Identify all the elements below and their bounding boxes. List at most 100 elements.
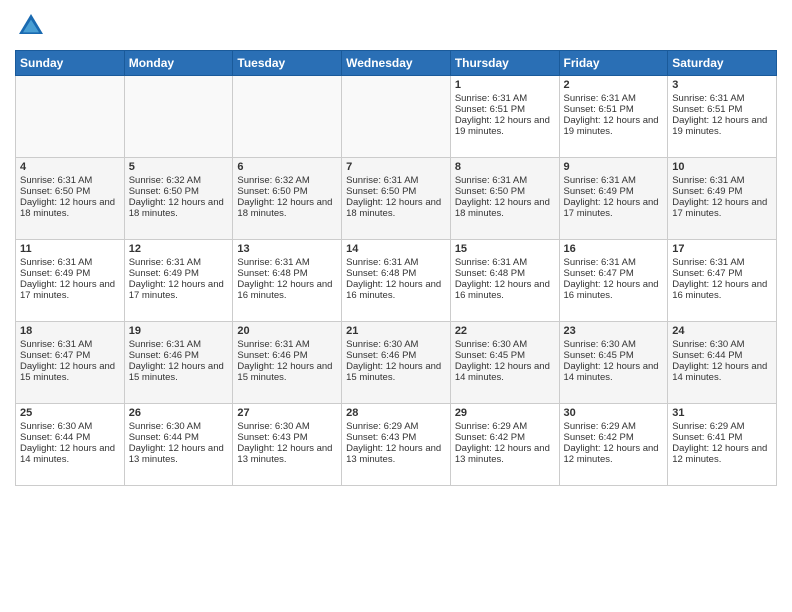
sunrise-text: Sunrise: 6:30 AM <box>20 421 120 432</box>
sunrise-text: Sunrise: 6:30 AM <box>237 421 337 432</box>
daylight-text: Daylight: 12 hours and 15 minutes. <box>237 361 337 383</box>
sunset-text: Sunset: 6:44 PM <box>20 432 120 443</box>
calendar-cell: 7Sunrise: 6:31 AMSunset: 6:50 PMDaylight… <box>342 158 451 240</box>
daylight-text: Daylight: 12 hours and 18 minutes. <box>455 197 555 219</box>
sunrise-text: Sunrise: 6:29 AM <box>672 421 772 432</box>
daylight-text: Daylight: 12 hours and 13 minutes. <box>346 443 446 465</box>
sunset-text: Sunset: 6:48 PM <box>455 268 555 279</box>
sunset-text: Sunset: 6:46 PM <box>346 350 446 361</box>
calendar-cell <box>124 76 233 158</box>
sunrise-text: Sunrise: 6:31 AM <box>20 339 120 350</box>
daylight-text: Daylight: 12 hours and 14 minutes. <box>455 361 555 383</box>
day-number: 15 <box>455 243 555 255</box>
daylight-text: Daylight: 12 hours and 19 minutes. <box>564 115 664 137</box>
calendar-cell: 21Sunrise: 6:30 AMSunset: 6:46 PMDayligh… <box>342 322 451 404</box>
calendar-cell: 11Sunrise: 6:31 AMSunset: 6:49 PMDayligh… <box>16 240 125 322</box>
calendar-page: SundayMondayTuesdayWednesdayThursdayFrid… <box>0 0 792 612</box>
sunset-text: Sunset: 6:50 PM <box>20 186 120 197</box>
sunset-text: Sunset: 6:44 PM <box>129 432 229 443</box>
sunset-text: Sunset: 6:50 PM <box>455 186 555 197</box>
daylight-text: Daylight: 12 hours and 14 minutes. <box>564 361 664 383</box>
calendar-cell: 18Sunrise: 6:31 AMSunset: 6:47 PMDayligh… <box>16 322 125 404</box>
sunrise-text: Sunrise: 6:30 AM <box>346 339 446 350</box>
calendar-cell: 5 Sunrise: 6:32 AMSunset: 6:50 PMDaylight… <box>124 158 233 240</box>
daylight-text: Daylight: 12 hours and 12 minutes. <box>564 443 664 465</box>
day-number: 1 <box>455 79 555 91</box>
sunset-text: Sunset: 6:42 PM <box>564 432 664 443</box>
day-number: 23 <box>564 325 664 337</box>
daylight-text: Daylight: 12 hours and 17 minutes. <box>20 279 120 301</box>
day-number: 7 <box>346 161 446 173</box>
daylight-text: Daylight: 12 hours and 18 minutes. <box>129 197 229 219</box>
sunset-text: Sunset: 6:43 PM <box>346 432 446 443</box>
calendar-cell: 14Sunrise: 6:31 AMSunset: 6:48 PMDayligh… <box>342 240 451 322</box>
sunset-text: Sunset: 6:47 PM <box>672 268 772 279</box>
calendar-cell: 28Sunrise: 6:29 AMSunset: 6:43 PMDayligh… <box>342 404 451 486</box>
sunrise-text: Sunrise: 6:31 AM <box>672 175 772 186</box>
calendar-cell: 4Sunrise: 6:31 AMSunset: 6:50 PMDaylight… <box>16 158 125 240</box>
calendar-cell <box>342 76 451 158</box>
day-number: 25 <box>20 407 120 419</box>
daylight-text: Daylight: 12 hours and 16 minutes. <box>455 279 555 301</box>
week-row-4: 18Sunrise: 6:31 AMSunset: 6:47 PMDayligh… <box>16 322 777 404</box>
sunset-text: Sunset: 6:45 PM <box>564 350 664 361</box>
daylight-text: Daylight: 12 hours and 17 minutes. <box>129 279 229 301</box>
day-number: 27 <box>237 407 337 419</box>
day-number: 30 <box>564 407 664 419</box>
daylight-text: Daylight: 12 hours and 13 minutes. <box>455 443 555 465</box>
daylight-text: Daylight: 12 hours and 15 minutes. <box>129 361 229 383</box>
calendar-cell: 12Sunrise: 6:31 AMSunset: 6:49 PMDayligh… <box>124 240 233 322</box>
calendar-cell: 2Sunrise: 6:31 AMSunset: 6:51 PMDaylight… <box>559 76 668 158</box>
calendar-cell: 3 Sunrise: 6:31 AMSunset: 6:51 PMDaylight… <box>668 76 777 158</box>
day-number: 11 <box>20 243 120 255</box>
calendar-cell: 23 Sunrise: 6:30 AMSunset: 6:45 PMDayligh… <box>559 322 668 404</box>
calendar-cell: 9Sunrise: 6:31 AMSunset: 6:49 PMDaylight… <box>559 158 668 240</box>
daylight-text: Daylight: 12 hours and 19 minutes. <box>455 115 555 137</box>
sunrise-text: Sunrise: 6:31 AM <box>672 93 772 104</box>
sunrise-text: Sunrise: 6:31 AM <box>129 339 229 350</box>
sunrise-text: Sunrise: 6:31 AM <box>237 257 337 268</box>
sunset-text: Sunset: 6:50 PM <box>129 186 229 197</box>
day-number: 22 <box>455 325 555 337</box>
daylight-text: Daylight: 12 hours and 18 minutes. <box>346 197 446 219</box>
daylight-text: Daylight: 12 hours and 16 minutes. <box>564 279 664 301</box>
sunset-text: Sunset: 6:49 PM <box>564 186 664 197</box>
week-row-2: 4Sunrise: 6:31 AMSunset: 6:50 PMDaylight… <box>16 158 777 240</box>
sunset-text: Sunset: 6:41 PM <box>672 432 772 443</box>
sunrise-text: Sunrise: 6:31 AM <box>672 257 772 268</box>
sunset-text: Sunset: 6:44 PM <box>672 350 772 361</box>
sunset-text: Sunset: 6:42 PM <box>455 432 555 443</box>
day-number: 5 <box>129 161 229 173</box>
sunset-text: Sunset: 6:47 PM <box>564 268 664 279</box>
day-number: 17 <box>672 243 772 255</box>
sunrise-text: Sunrise: 6:30 AM <box>672 339 772 350</box>
calendar-cell: 8Sunrise: 6:31 AMSunset: 6:50 PMDaylight… <box>450 158 559 240</box>
daylight-text: Daylight: 12 hours and 16 minutes. <box>346 279 446 301</box>
sunset-text: Sunset: 6:51 PM <box>672 104 772 115</box>
sunrise-text: Sunrise: 6:31 AM <box>346 257 446 268</box>
daylight-text: Daylight: 12 hours and 14 minutes. <box>672 361 772 383</box>
sunrise-text: Sunrise: 6:30 AM <box>564 339 664 350</box>
day-number: 14 <box>346 243 446 255</box>
calendar-cell: 16Sunrise: 6:31 AMSunset: 6:47 PMDayligh… <box>559 240 668 322</box>
sunrise-text: Sunrise: 6:32 AM <box>129 175 229 186</box>
week-row-3: 11Sunrise: 6:31 AMSunset: 6:49 PMDayligh… <box>16 240 777 322</box>
day-number: 6 <box>237 161 337 173</box>
calendar-cell <box>233 76 342 158</box>
day-number: 16 <box>564 243 664 255</box>
sunset-text: Sunset: 6:49 PM <box>672 186 772 197</box>
calendar-cell: 26Sunrise: 6:30 AMSunset: 6:44 PMDayligh… <box>124 404 233 486</box>
daylight-text: Daylight: 12 hours and 17 minutes. <box>564 197 664 219</box>
day-number: 19 <box>129 325 229 337</box>
daylight-text: Daylight: 12 hours and 13 minutes. <box>237 443 337 465</box>
sunset-text: Sunset: 6:49 PM <box>129 268 229 279</box>
day-header-sunday: Sunday <box>16 51 125 76</box>
day-number: 28 <box>346 407 446 419</box>
daylight-text: Daylight: 12 hours and 18 minutes. <box>237 197 337 219</box>
day-header-friday: Friday <box>559 51 668 76</box>
day-number: 29 <box>455 407 555 419</box>
sunrise-text: Sunrise: 6:31 AM <box>129 257 229 268</box>
calendar-cell: 24Sunrise: 6:30 AMSunset: 6:44 PMDayligh… <box>668 322 777 404</box>
daylight-text: Daylight: 12 hours and 19 minutes. <box>672 115 772 137</box>
day-number: 3 <box>672 79 772 91</box>
